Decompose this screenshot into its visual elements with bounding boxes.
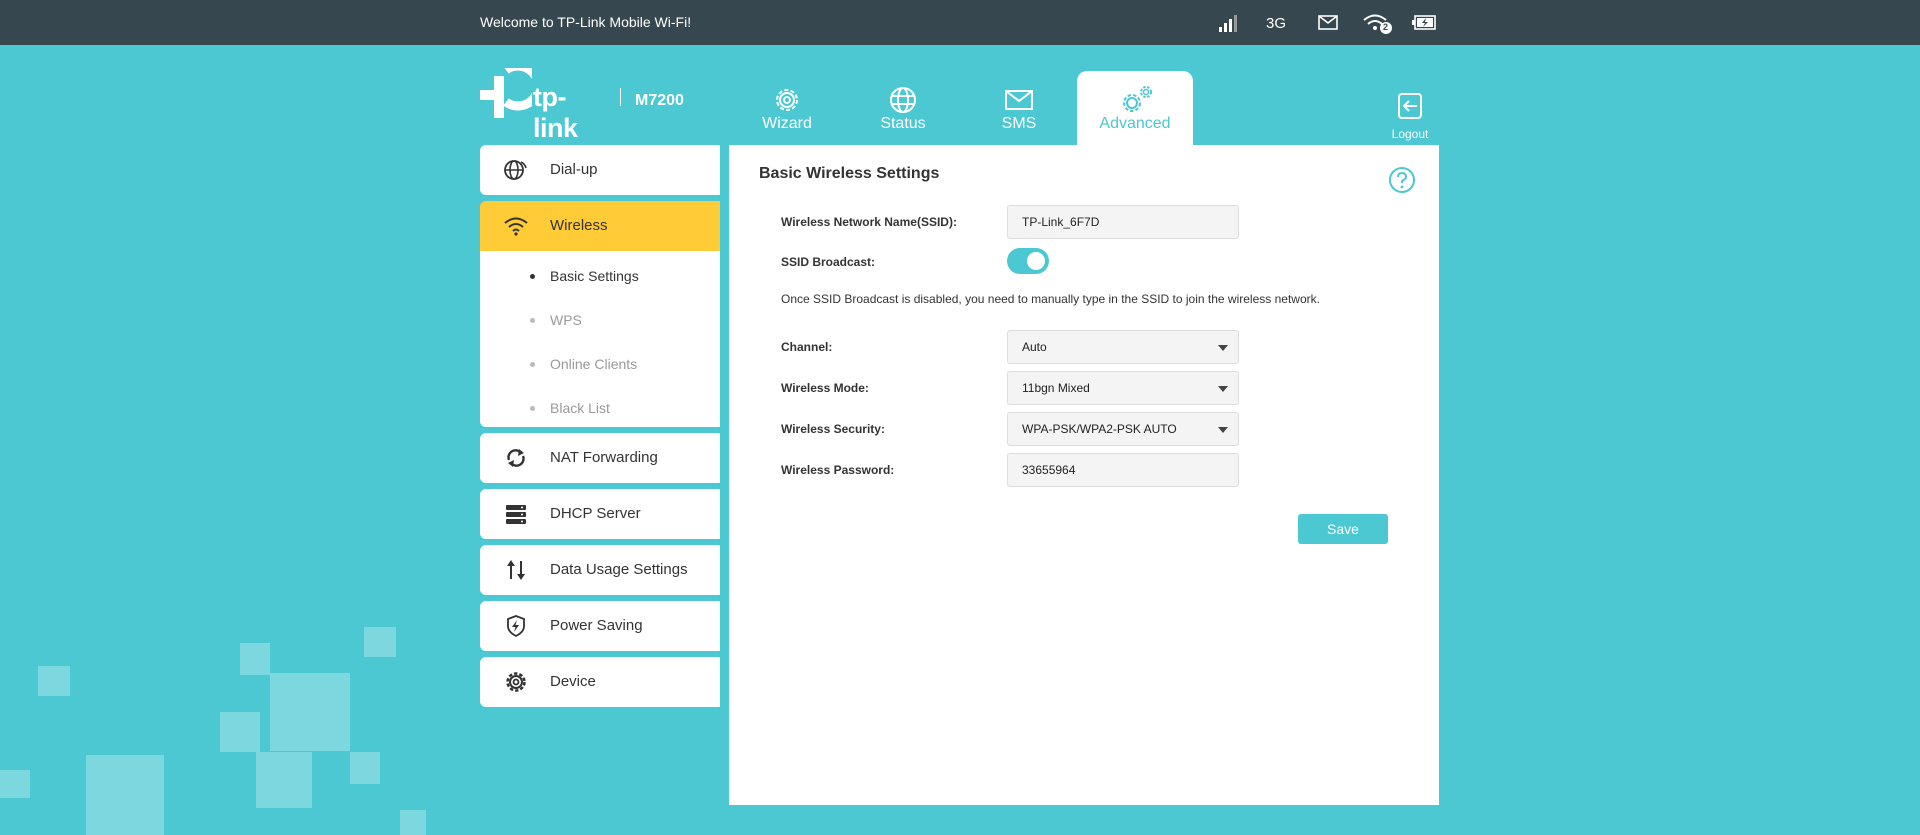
logo-text: tp-link (533, 82, 578, 143)
logo-icon (480, 61, 543, 118)
page-title: Basic Wireless Settings (759, 165, 940, 182)
channel-label: Channel: (781, 340, 833, 354)
tp-link-logo: tp-link M7200 (480, 61, 684, 143)
bullet (530, 274, 535, 279)
server-icon (506, 505, 526, 524)
sidebar-item-dhcp-server[interactable]: DHCP Server (480, 489, 720, 539)
channel-value: Auto (1022, 340, 1047, 354)
chevron-down-icon (1218, 386, 1228, 392)
ssid-broadcast-label: SSID Broadcast: (781, 255, 876, 269)
up-down-arrows-icon (507, 560, 525, 580)
toggle-knob (1027, 252, 1045, 270)
envelope-icon (1005, 90, 1033, 110)
wifi-icon (504, 217, 528, 236)
wireless-password-input[interactable] (1007, 453, 1239, 487)
submenu-online-clients[interactable]: Online Clients (480, 344, 720, 384)
battery-icon (1412, 15, 1436, 30)
ssid-broadcast-toggle[interactable] (1007, 248, 1049, 274)
submenu-label: Online Clients (550, 356, 638, 372)
tab-status-label: Status (880, 115, 926, 132)
submenu-label: WPS (550, 312, 582, 328)
logout-icon (1398, 93, 1422, 119)
top-status-bar: Welcome to TP-Link Mobile Wi-Fi! 3G 2 (0, 0, 1920, 45)
channel-select[interactable]: Auto (1007, 330, 1239, 364)
sidebar-item-wireless[interactable]: Wireless (480, 201, 720, 251)
ssid-broadcast-note: Once SSID Broadcast is disabled, you nee… (781, 292, 1320, 306)
sidebar-item-dial-up[interactable]: Dial-up (480, 145, 720, 195)
chevron-down-icon (1218, 427, 1228, 433)
globe-dialup-icon (504, 160, 527, 180)
tab-advanced-label: Advanced (1099, 115, 1171, 132)
model-name: M7200 (635, 92, 684, 109)
globe-icon (890, 87, 916, 113)
logout-label: Logout (1391, 127, 1429, 141)
network-type: 3G (1266, 15, 1287, 32)
chevron-down-icon (1218, 345, 1228, 351)
submenu-label: Black List (550, 400, 610, 416)
bullet (530, 318, 535, 323)
gears-icon (1123, 86, 1152, 112)
tab-sms-label: SMS (1001, 115, 1037, 132)
submenu-black-list[interactable]: Black List (480, 388, 720, 428)
ssid-label: Wireless Network Name(SSID): (781, 215, 957, 229)
welcome-text: Welcome to TP-Link Mobile Wi-Fi! (480, 14, 692, 30)
ssid-input[interactable] (1007, 205, 1239, 239)
tab-wizard[interactable]: Wizard (729, 71, 845, 145)
wifi-clients-count: 2 (1383, 22, 1389, 32)
submenu-label: Basic Settings (550, 268, 639, 284)
sidebar-item-label: Wireless (550, 217, 608, 234)
tab-advanced[interactable]: Advanced (1077, 71, 1193, 145)
sidebar-item-label: Dial-up (550, 161, 598, 178)
bullet (530, 406, 535, 411)
tab-sms[interactable]: SMS (961, 71, 1077, 145)
gear-icon (776, 89, 798, 111)
tab-status[interactable]: Status (845, 71, 961, 145)
sidebar-item-label: NAT Forwarding (550, 449, 658, 466)
sidebar-item-label: Device (550, 673, 596, 690)
signal-icon (1219, 15, 1237, 32)
save-button[interactable]: Save (1298, 514, 1388, 544)
wireless-security-label: Wireless Security: (781, 422, 885, 436)
sidebar-item-power-saving[interactable]: Power Saving (480, 601, 720, 651)
sidebar-item-nat-forwarding[interactable]: NAT Forwarding (480, 433, 720, 483)
logo-separator (620, 88, 621, 106)
refresh-icon (507, 449, 525, 467)
wireless-mode-select[interactable]: 11bgn Mixed (1007, 371, 1239, 405)
logout-button[interactable]: Logout (1384, 92, 1436, 141)
sidebar-item-label: Data Usage Settings (550, 561, 688, 578)
wireless-mode-label: Wireless Mode: (781, 381, 869, 395)
sidebar-item-label: Power Saving (550, 617, 643, 634)
wireless-security-select[interactable]: WPA-PSK/WPA2-PSK AUTO (1007, 412, 1239, 446)
shield-bolt-icon (507, 615, 525, 637)
tab-wizard-label: Wizard (762, 115, 812, 132)
sidebar-item-label: DHCP Server (550, 505, 641, 522)
bullet (530, 362, 535, 367)
submenu-wps[interactable]: WPS (480, 300, 720, 340)
wireless-password-label: Wireless Password: (781, 463, 895, 477)
mail-icon[interactable] (1318, 15, 1338, 30)
sidebar-item-data-usage-settings[interactable]: Data Usage Settings (480, 545, 720, 595)
sidebar-item-device[interactable]: Device (480, 657, 720, 707)
gear-icon (506, 672, 526, 692)
wireless-mode-value: 11bgn Mixed (1022, 381, 1090, 395)
help-icon[interactable] (1388, 166, 1416, 194)
submenu-basic-settings[interactable]: Basic Settings (480, 256, 720, 296)
wireless-security-value: WPA-PSK/WPA2-PSK AUTO (1022, 422, 1177, 436)
wireless-submenu: Basic Settings WPS Online Clients Black … (480, 251, 720, 427)
main-panel: Basic Wireless Settings Wireless Network… (729, 145, 1439, 805)
